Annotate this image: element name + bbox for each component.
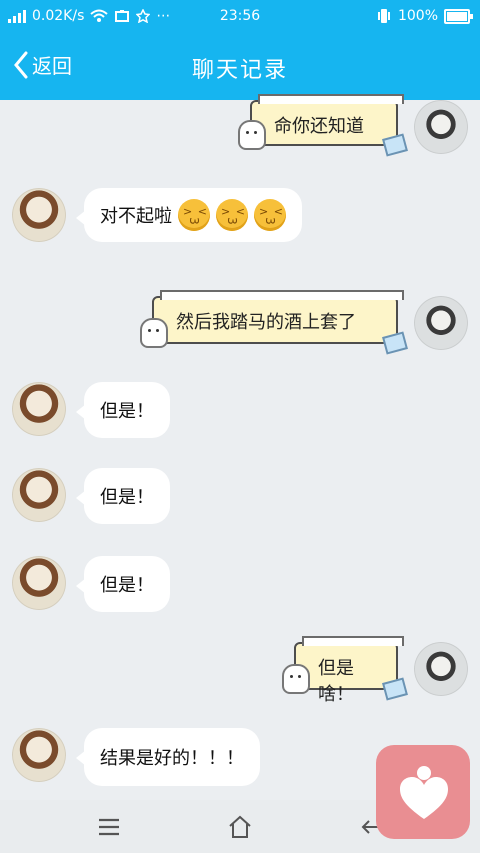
battery-percent: 100% — [397, 8, 438, 24]
message-bubble-me[interactable]: 命你还知道 — [238, 94, 408, 157]
message-text: 对不起啦 — [100, 206, 172, 227]
page-title: 聊天记录 — [191, 58, 288, 83]
face-emoji-icon — [178, 199, 210, 231]
heart-icon — [400, 766, 448, 819]
message-text: 命你还知道 — [274, 116, 364, 137]
message-bubble-friend[interactable]: 但是！ — [76, 468, 170, 524]
friend-avatar[interactable] — [12, 556, 66, 610]
message-bubble-friend[interactable]: 但是！ — [76, 556, 170, 612]
my-avatar[interactable] — [414, 296, 468, 350]
title-bar: 返回 聊天记录 — [0, 34, 480, 100]
message-bubble-me[interactable]: 然后我踏马的酒上套了 — [140, 290, 408, 355]
vibrate-icon — [377, 9, 390, 23]
ghost-sticker-icon — [140, 318, 168, 348]
message-text: 然后我踏马的酒上套了 — [176, 312, 356, 333]
message-bubble-me[interactable]: 但是啥！ — [282, 636, 408, 705]
message-bubble-friend[interactable]: 结果是好的！！！ — [76, 728, 260, 786]
friend-avatar[interactable] — [12, 382, 66, 436]
face-emoji-icon — [216, 199, 248, 231]
message-text: 但是！ — [100, 401, 154, 422]
floating-app-button[interactable] — [376, 745, 470, 839]
my-avatar[interactable] — [414, 642, 468, 696]
battery-icon — [444, 8, 473, 24]
friend-avatar[interactable] — [12, 188, 66, 242]
ghost-sticker-icon — [282, 664, 310, 694]
friend-avatar[interactable] — [12, 468, 66, 522]
message-bubble-friend[interactable]: 对不起啦 — [76, 188, 302, 242]
menu-icon[interactable] — [94, 812, 124, 842]
message-text: 但是啥！ — [318, 658, 354, 705]
ghost-sticker-icon — [238, 120, 266, 150]
home-icon[interactable] — [225, 812, 255, 842]
message-text: 但是！ — [100, 575, 154, 596]
status-right: 100% — [376, 8, 473, 24]
friend-avatar[interactable] — [12, 728, 66, 782]
message-text: 但是！ — [100, 487, 154, 508]
chat-list[interactable]: 命你还知道 对不起啦 然后我踏马的酒上套了 但是！ 但是！ 但是！ 但是啥！ 结… — [0, 94, 480, 800]
my-avatar[interactable] — [414, 100, 468, 154]
status-bar: 0.02K/s ⋯ 23:56 100% — [0, 0, 480, 34]
face-emoji-icon — [254, 199, 286, 231]
message-text: 结果是好的！！！ — [100, 748, 244, 769]
message-bubble-friend[interactable]: 但是！ — [76, 382, 170, 438]
